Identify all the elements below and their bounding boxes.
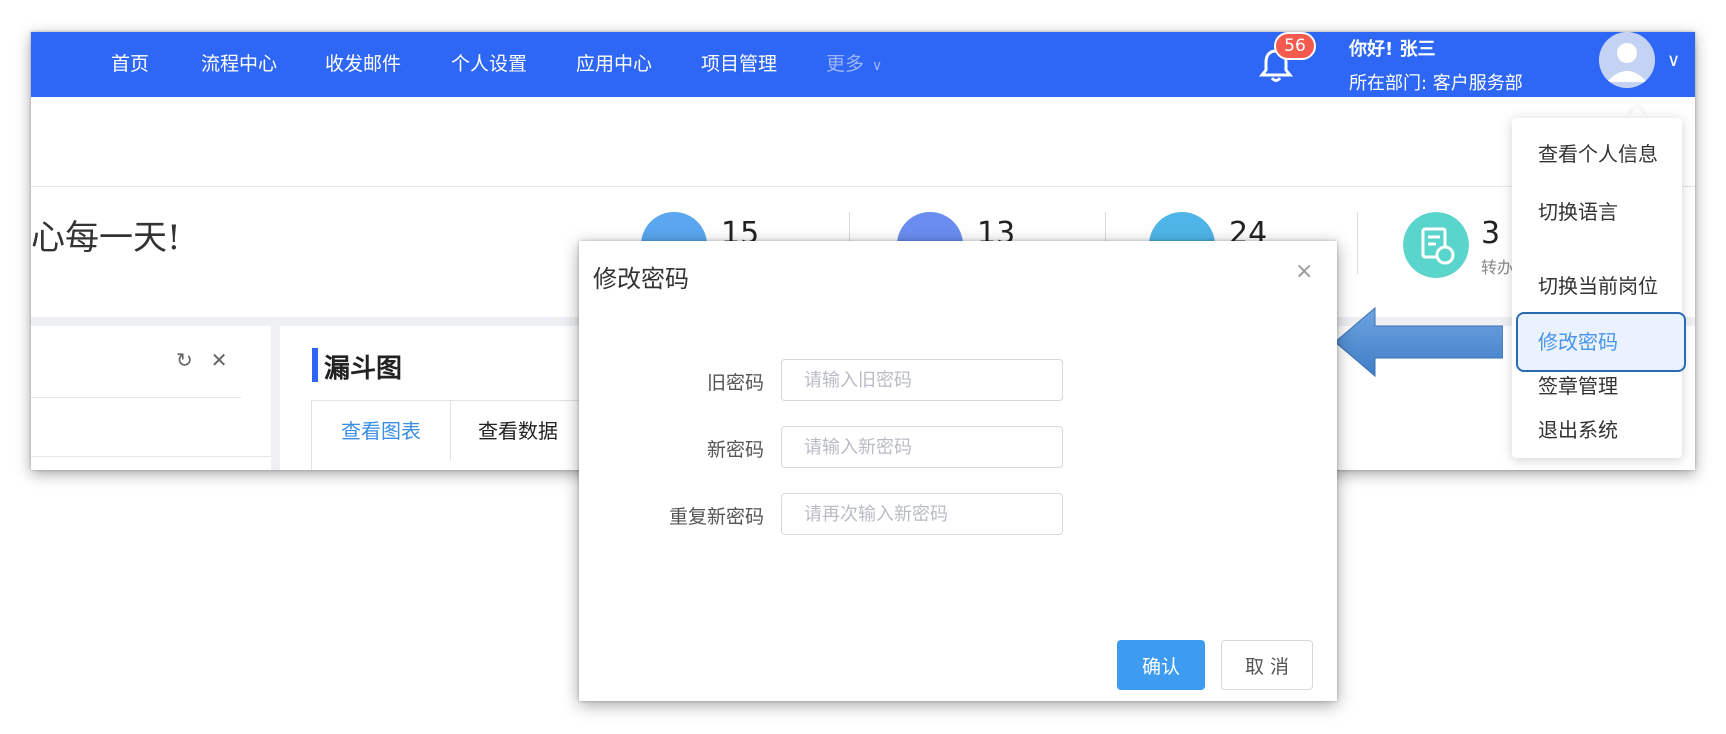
stat-label: 转办 <box>1481 258 1514 277</box>
new-password-label: 新密码 <box>706 439 764 461</box>
stat-icon-transfer <box>1403 212 1469 278</box>
nav-more[interactable]: 更多 ∨ <box>826 32 882 97</box>
new-password-input[interactable] <box>781 426 1063 468</box>
welcome-text: 心每一天! <box>31 218 181 258</box>
left-card: ↻ ✕ <box>31 326 271 470</box>
old-password-input[interactable] <box>781 359 1063 401</box>
cancel-button[interactable]: 取 消 <box>1221 640 1313 690</box>
close-icon[interactable]: ✕ <box>211 348 228 372</box>
notification-badge: 56 <box>1274 32 1316 60</box>
page-header-area <box>31 97 1695 187</box>
menu-item-change-password[interactable]: 修改密码 <box>1516 312 1686 372</box>
tab-view-data[interactable]: 查看数据 <box>478 401 558 461</box>
nav-personal-settings[interactable]: 个人设置 <box>451 32 527 97</box>
close-icon[interactable]: × <box>1295 259 1313 284</box>
nav-more-label: 更多 <box>826 53 865 75</box>
stat-divider <box>1357 212 1358 274</box>
divider <box>31 397 241 398</box>
avatar[interactable] <box>1599 32 1655 88</box>
user-department: 所在部门: 客户服务部 <box>1349 73 1523 94</box>
chevron-down-icon: ∨ <box>872 58 883 74</box>
user-greeting: 你好! 张三 <box>1349 39 1436 60</box>
menu-item-switch-language[interactable]: 切换语言 <box>1538 196 1618 225</box>
dialog-title: 修改密码 <box>593 265 689 293</box>
menu-item-signature-management[interactable]: 签章管理 <box>1538 370 1618 399</box>
title-accent-bar <box>312 348 318 382</box>
card-tools: ↻ ✕ <box>176 348 246 372</box>
user-dropdown-menu: 查看个人信息 切换语言 切换当前岗位 修改密码 签章管理 退出系统 <box>1512 118 1686 458</box>
repeat-password-input[interactable] <box>781 493 1063 535</box>
confirm-button[interactable]: 确认 <box>1117 640 1205 690</box>
nav-process-center[interactable]: 流程中心 <box>201 32 277 97</box>
change-password-dialog: 修改密码 × 旧密码 新密码 重复新密码 确认 取 消 <box>579 241 1337 701</box>
refresh-icon[interactable]: ↻ <box>176 348 193 372</box>
card-gap <box>271 326 280 470</box>
divider <box>31 456 271 457</box>
chevron-down-icon[interactable]: ∨ <box>1667 50 1680 71</box>
menu-item-view-profile[interactable]: 查看个人信息 <box>1538 138 1658 167</box>
nav-mail[interactable]: 收发邮件 <box>325 32 401 97</box>
stat-value: 3 <box>1481 216 1501 251</box>
funnel-card-title: 漏斗图 <box>324 354 403 384</box>
top-navbar: 首页 流程中心 收发邮件 个人设置 应用中心 项目管理 更多 ∨ 56 你好! 张… <box>31 32 1695 97</box>
repeat-password-label: 重复新密码 <box>668 506 764 528</box>
menu-item-logout[interactable]: 退出系统 <box>1538 414 1618 443</box>
old-password-label: 旧密码 <box>706 372 764 394</box>
tab-view-chart[interactable]: 查看图表 <box>312 401 451 461</box>
left-arrow-icon <box>1335 306 1503 378</box>
nav-home[interactable]: 首页 <box>111 32 149 97</box>
nav-app-center[interactable]: 应用中心 <box>576 32 652 97</box>
nav-project-management[interactable]: 项目管理 <box>701 32 777 97</box>
menu-item-switch-position[interactable]: 切换当前岗位 <box>1538 270 1658 299</box>
